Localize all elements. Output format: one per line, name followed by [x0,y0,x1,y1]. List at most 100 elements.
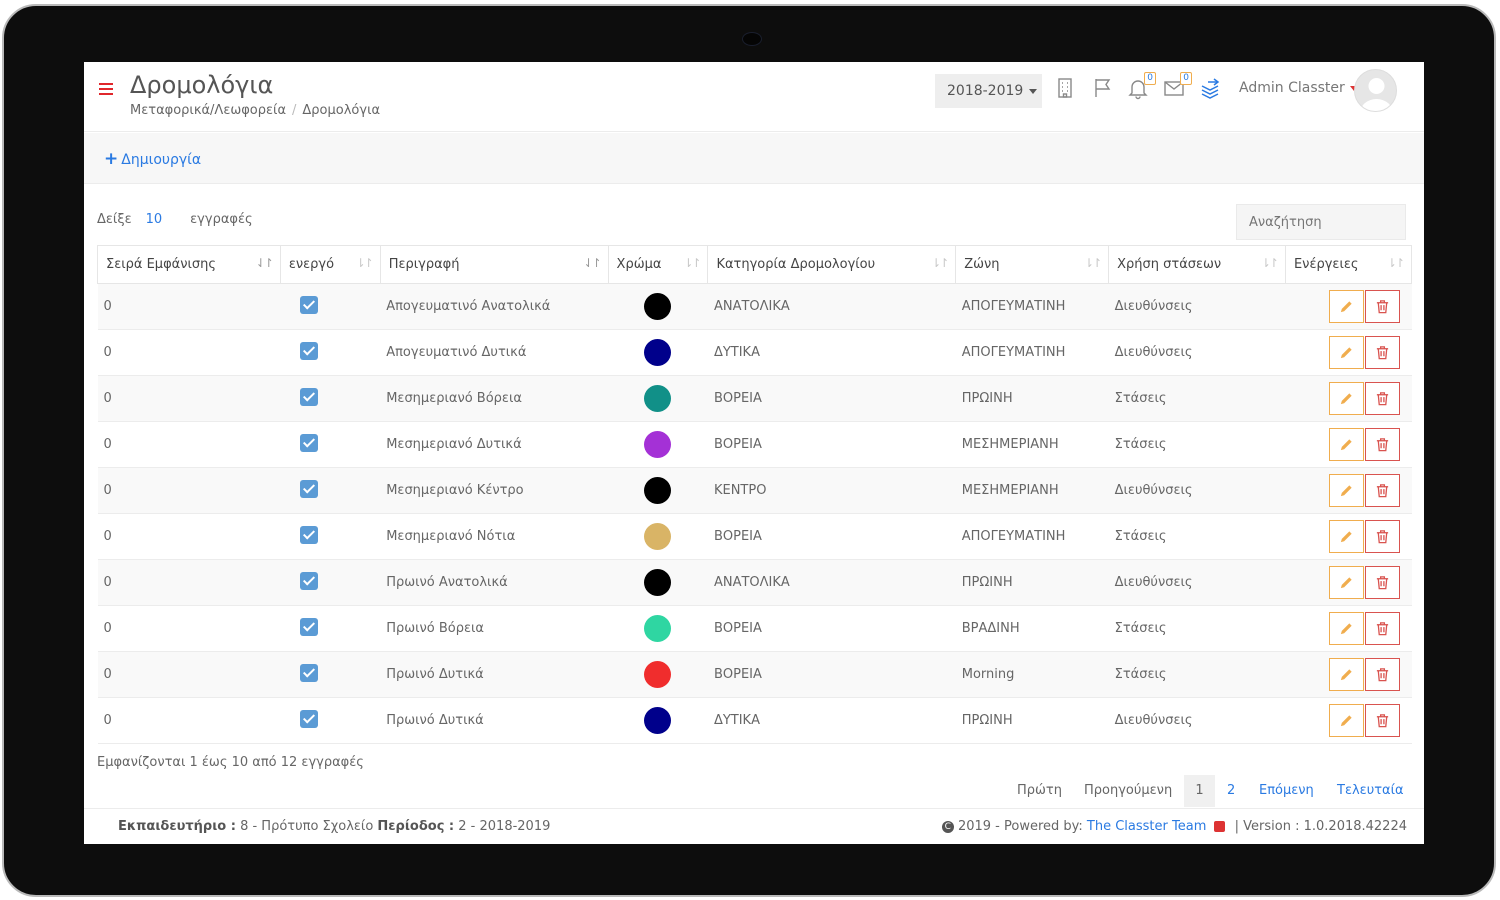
active-checkbox[interactable] [300,525,319,544]
table-row: 0 Μεσημεριανό Δυτικά ΒΟΡΕΙΑ ΜΕΣΗΜΕΡΙΑΝΗ … [97,421,1412,468]
pagination-next[interactable]: Επόμενη [1259,775,1314,807]
cell-zone: ΜΕΣΗΜΕΡΙΑΝΗ [955,421,1109,468]
cell-description: Απογευματινό Ανατολικά [380,283,609,330]
edit-button[interactable] [1329,428,1365,461]
cell-order: 0 [97,329,281,376]
column-header-category[interactable]: Κατηγορία Δρομολογίου ⇂↾ [707,245,957,284]
active-checkbox[interactable] [300,663,319,682]
edit-button[interactable] [1329,566,1365,599]
delete-button[interactable] [1365,566,1401,599]
flag-icon[interactable] [1091,76,1115,100]
pagination-first[interactable]: Πρώτη [1017,775,1062,807]
cell-active [280,283,381,330]
table-info: Εμφανίζονται 1 έως 10 από 12 εγγραφές [97,755,364,770]
delete-button[interactable] [1365,520,1401,553]
cell-zone: ΒΡΑΔΙΝΗ [955,605,1109,652]
cell-stops: Διευθύνσεις [1108,467,1286,514]
cell-actions [1285,697,1412,744]
breadcrumb-item-transport[interactable]: Μεταφορικά/Λεωφορεία [130,103,286,118]
delete-button[interactable] [1365,612,1401,645]
active-checkbox[interactable] [300,387,319,406]
building-icon[interactable] [1053,76,1077,100]
edit-button[interactable] [1329,474,1365,507]
table-row: 0 Πρωινό Δυτικά ΒΟΡΕΙΑ Morning Στάσεις [97,651,1412,698]
cell-color [608,605,708,652]
edit-button[interactable] [1329,612,1365,645]
avatar[interactable] [1354,69,1397,112]
active-checkbox[interactable] [300,617,319,636]
footer-context: Εκπαιδευτήριο : 8 - Πρότυπο Σχολείο Περί… [118,819,550,834]
cell-description: Μεσημεριανό Βόρεια [380,375,609,422]
column-header-description[interactable]: Περιγραφή ⇃↾ [379,245,609,284]
plus-icon: + [104,149,119,169]
cell-stops: Στάσεις [1108,375,1286,422]
edit-button[interactable] [1329,520,1365,553]
column-header-color[interactable]: Χρώμα ⇂↾ [607,245,709,284]
column-header-stops[interactable]: Χρήση στάσεων ⇂↾ [1108,245,1286,284]
pagination-previous[interactable]: Προηγούμενη [1084,775,1172,807]
sort-icon: ⇂↾ [1386,256,1405,270]
pagination-page-2[interactable]: 2 [1227,775,1235,807]
active-checkbox[interactable] [300,709,319,728]
search-input[interactable] [1236,204,1406,240]
trash-icon [1377,622,1389,636]
pagination-last[interactable]: Τελευταία [1337,775,1404,807]
cell-zone: ΑΠΟΓΕΥΜΑΤΙΝΗ [955,283,1109,330]
edit-button[interactable] [1329,704,1365,737]
hamburger-menu-icon[interactable] [99,83,113,97]
active-checkbox[interactable] [300,571,319,590]
pagination-page-1[interactable]: 1 [1184,775,1215,807]
active-checkbox[interactable] [300,479,319,498]
page-length-select[interactable]: 10 [146,212,163,227]
column-header-zone[interactable]: Ζώνη ⇂↾ [955,245,1110,284]
cell-color [608,513,708,560]
delete-button[interactable] [1365,336,1401,369]
edit-button[interactable] [1329,658,1365,691]
cell-active [280,329,381,376]
cell-zone: ΜΕΣΗΜΕΡΙΑΝΗ [955,467,1109,514]
delete-button[interactable] [1365,290,1401,323]
delete-button[interactable] [1365,428,1401,461]
bell-icon[interactable]: 0 [1126,72,1156,100]
cell-stops: Στάσεις [1108,421,1286,468]
notifications-badge: 0 [1144,72,1156,85]
color-swatch [644,339,672,366]
envelope-icon[interactable]: 0 [1162,72,1192,100]
column-header-active[interactable]: ενεργό ⇂↾ [279,245,381,284]
year-dropdown[interactable]: 2018-2019 [935,74,1042,108]
color-swatch [644,615,672,642]
cell-stops: Στάσεις [1108,605,1286,652]
column-header-actions[interactable]: Ενέργειες ⇂↾ [1284,245,1413,284]
delete-button[interactable] [1365,382,1401,415]
column-header-order[interactable]: Σειρά Εμφάνισης ⇃↾ [97,245,281,284]
pencil-icon [1341,301,1353,313]
delete-button[interactable] [1365,474,1401,507]
user-menu[interactable]: Admin Classter [1239,80,1358,96]
edit-button[interactable] [1329,290,1365,323]
delete-button[interactable] [1365,704,1401,737]
edit-button[interactable] [1329,336,1365,369]
active-checkbox[interactable] [300,295,319,314]
layers-sync-icon[interactable] [1198,76,1222,100]
cell-color [608,651,708,698]
delete-button[interactable] [1365,658,1401,691]
pencil-icon [1341,577,1353,589]
trash-icon [1377,438,1389,452]
cell-color [608,283,708,330]
active-checkbox[interactable] [300,433,319,452]
breadcrumb-item-routes: Δρομολόγια [302,103,381,118]
create-button[interactable]: + Δημιουργία [104,149,201,169]
table-row: 0 Μεσημεριανό Νότια ΒΟΡΕΙΑ ΑΠΟΓΕΥΜΑΤΙΝΗ … [97,513,1412,560]
cell-category: ΒΟΡΕΙΑ [707,421,956,468]
color-swatch [644,431,672,458]
cell-actions [1285,283,1412,330]
active-checkbox[interactable] [300,341,319,360]
cell-stops: Διευθύνσεις [1108,697,1286,744]
page-title: Δρομολόγια [130,71,274,99]
cell-category: ΒΟΡΕΙΑ [707,651,956,698]
cell-description: Πρωινό Βόρεια [380,605,609,652]
color-swatch [644,523,672,550]
edit-button[interactable] [1329,382,1365,415]
team-link[interactable]: The Classter Team [1087,819,1206,834]
color-swatch [644,569,672,596]
